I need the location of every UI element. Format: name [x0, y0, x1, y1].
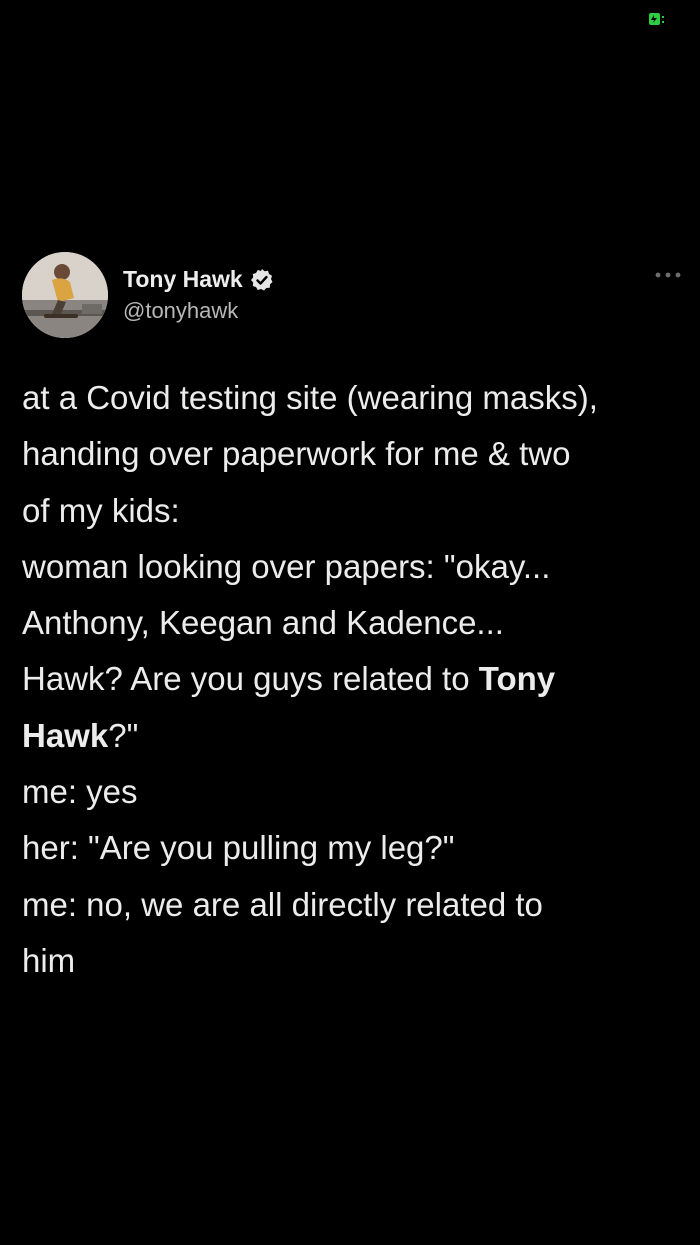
- author-handle[interactable]: @tonyhawk: [123, 298, 238, 324]
- tweet-line: Anthony, Keegan and Kadence...: [22, 604, 504, 642]
- tweet-line: handing over paperwork for me & two: [22, 435, 571, 473]
- tweet-text-segment: Hawk? Are you guys related to: [22, 660, 479, 698]
- tweet-text-segment: ?": [108, 716, 139, 754]
- avatar[interactable]: [22, 252, 108, 338]
- tweet: Tony Hawk @tonyhawk at a Covid testing s…: [22, 252, 682, 979]
- tweet-line: him: [22, 941, 76, 979]
- author-name-row: Tony Hawk: [123, 266, 274, 293]
- avatar-photo: [22, 252, 108, 338]
- tweet-header: Tony Hawk @tonyhawk: [22, 252, 682, 342]
- verified-badge-icon: [250, 268, 273, 290]
- tweet-line: me: no, we are all directly related to: [22, 885, 543, 923]
- author-name[interactable]: Tony Hawk: [123, 266, 243, 293]
- more-options-icon[interactable]: [654, 270, 682, 280]
- tweet-line: at a Covid testing site (wearing masks),: [22, 379, 598, 416]
- tweet-line: of my kids:: [22, 491, 180, 529]
- tweet-line: Hawk?": [22, 708, 682, 764]
- battery-charging-icon: [649, 13, 664, 25]
- tweet-text: at a Covid testing site (wearing masks),…: [22, 370, 682, 989]
- tweet-line: me: yes: [22, 773, 138, 811]
- tweet-line: her: "Are you pulling my leg?": [22, 829, 455, 867]
- tweet-text-bold: Hawk: [22, 716, 109, 754]
- tweet-text-bold: Tony: [478, 660, 556, 698]
- tweet-line: woman looking over papers: "okay...: [22, 547, 551, 585]
- tweet-line: Hawk? Are you guys related to Tony: [22, 651, 682, 707]
